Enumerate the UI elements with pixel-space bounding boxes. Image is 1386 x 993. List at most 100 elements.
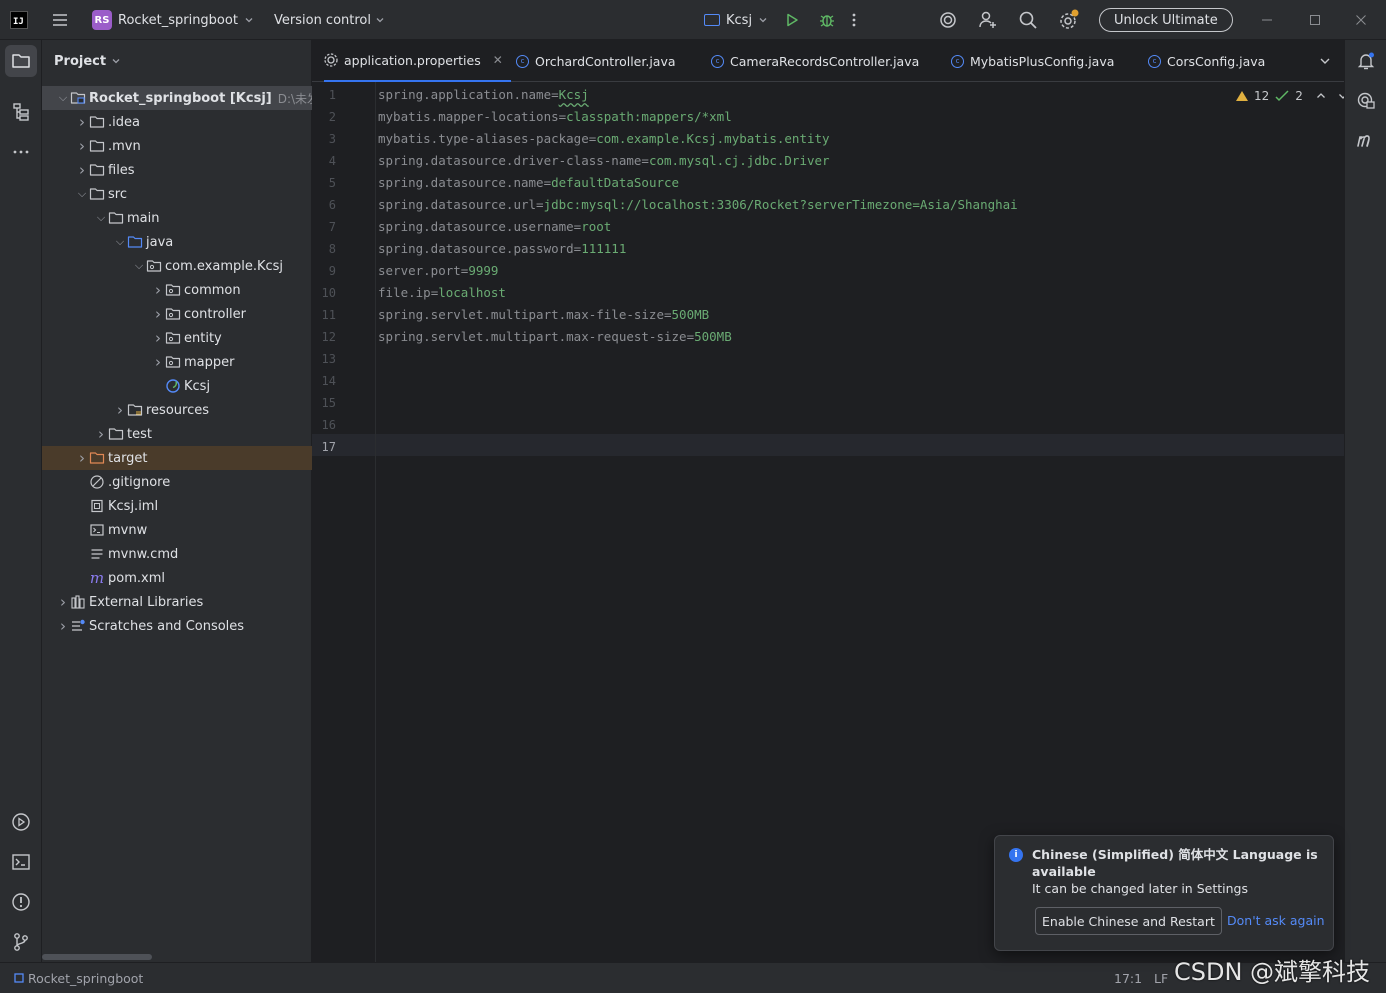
tree-item-external-libraries[interactable]: › External Libraries xyxy=(42,590,312,614)
horizontal-scrollbar[interactable] xyxy=(42,954,152,960)
collapsed-chevron-icon[interactable]: › xyxy=(151,353,165,371)
code-line[interactable]: file.ip=localhost xyxy=(378,282,506,304)
tree-item-gitignore[interactable]: .gitignore xyxy=(42,470,312,494)
tree-item-mvnw-cmd[interactable]: mvnw.cmd xyxy=(42,542,312,566)
tree-item-com-example-kcsj[interactable]: ⌵ com.example.Kcsj xyxy=(42,254,312,278)
tree-item-common[interactable]: › common xyxy=(42,278,312,302)
code-line[interactable]: spring.datasource.password=111111 xyxy=(378,238,626,260)
collapsed-chevron-icon[interactable]: › xyxy=(75,113,89,131)
tabs-overflow-button[interactable] xyxy=(1318,40,1332,82)
code-line[interactable]: spring.datasource.name=defaultDataSource xyxy=(378,172,679,194)
expanded-chevron-icon[interactable]: ⌵ xyxy=(113,235,127,249)
code-editor[interactable]: spring.application.name=Kcsj mybatis.mapp… xyxy=(378,82,1344,962)
code-line[interactable]: mybatis.mapper-locations=classpath:mappe… xyxy=(378,106,732,128)
code-line[interactable]: spring.servlet.multipart.max-file-size=5… xyxy=(378,304,709,326)
tab-camera-records-controller[interactable]: c CameraRecordsController.java xyxy=(711,40,919,82)
collapsed-chevron-icon[interactable]: › xyxy=(151,329,165,347)
collapsed-chevron-icon[interactable]: › xyxy=(94,425,108,443)
ai-chat-button[interactable] xyxy=(1350,85,1382,117)
tree-item-entity[interactable]: › entity xyxy=(42,326,312,350)
code-line[interactable]: spring.datasource.url=jdbc:mysql://local… xyxy=(378,194,1018,216)
structure-tool-button[interactable] xyxy=(5,96,37,128)
tab-mybatis-plus-config[interactable]: c MybatisPlusConfig.java xyxy=(951,40,1114,82)
project-tool-button[interactable] xyxy=(5,45,37,77)
collapsed-chevron-icon[interactable]: › xyxy=(151,281,165,299)
search-everywhere-button[interactable] xyxy=(1018,0,1038,40)
expanded-chevron-icon[interactable]: ⌵ xyxy=(132,259,146,273)
project-panel-header[interactable]: Project xyxy=(42,40,312,82)
tree-item-mvnw[interactable]: mvnw xyxy=(42,518,312,542)
expanded-chevron-icon[interactable]: ⌵ xyxy=(94,211,108,225)
code-with-me-button[interactable] xyxy=(978,0,998,40)
settings-button[interactable] xyxy=(1058,0,1080,40)
tree-item-kcsj[interactable]: Kcsj xyxy=(42,374,312,398)
inspection-widget[interactable]: 12 2 xyxy=(1236,86,1349,106)
git-tool-button[interactable] xyxy=(5,926,37,958)
collapsed-chevron-icon[interactable]: › xyxy=(75,161,89,179)
tab-orchard-controller[interactable]: c OrchardController.java xyxy=(516,40,676,82)
close-tab-icon[interactable]: ✕ xyxy=(493,53,503,67)
notifications-button[interactable] xyxy=(1350,45,1382,77)
services-tool-button[interactable] xyxy=(5,806,37,838)
unlock-ultimate-button[interactable]: Unlock Ultimate xyxy=(1099,8,1233,32)
code-line[interactable]: spring.datasource.driver-class-name=com.… xyxy=(378,150,830,172)
tree-item-resources[interactable]: › resources xyxy=(42,398,312,422)
caret-position[interactable]: 17:1 xyxy=(1114,963,1142,993)
run-configuration-selector[interactable]: Kcsj xyxy=(704,0,768,40)
expanded-chevron-icon[interactable]: ⌵ xyxy=(56,91,70,105)
code-line[interactable]: spring.servlet.multipart.max-request-siz… xyxy=(378,326,732,348)
equals-sign: = xyxy=(551,87,559,102)
close-window-button[interactable] xyxy=(1350,0,1372,40)
tree-item-idea[interactable]: › .idea xyxy=(42,110,312,134)
code-line[interactable]: spring.datasource.username=root xyxy=(378,216,611,238)
line-separator[interactable]: LF xyxy=(1154,963,1168,993)
dont-ask-again-link[interactable]: Don't ask again xyxy=(1227,913,1325,928)
tree-item-scratches-and-consoles[interactable]: › Scratches and Consoles xyxy=(42,614,312,638)
tree-item-src[interactable]: ⌵ src xyxy=(42,182,312,206)
collapsed-chevron-icon[interactable]: › xyxy=(75,137,89,155)
problems-tool-button[interactable] xyxy=(5,886,37,918)
ai-assistant-button[interactable] xyxy=(938,0,958,40)
tree-item-files[interactable]: › files xyxy=(42,158,312,182)
more-tools-button[interactable] xyxy=(5,136,37,168)
collapsed-chevron-icon[interactable]: › xyxy=(113,401,127,419)
chevron-up-icon[interactable] xyxy=(1315,90,1327,102)
version-control-menu[interactable]: Version control xyxy=(274,0,385,40)
maven-tool-button[interactable] xyxy=(1350,124,1382,156)
tree-item-test[interactable]: › test xyxy=(42,422,312,446)
tree-item-controller[interactable]: › controller xyxy=(42,302,312,326)
folder-icon xyxy=(89,162,105,178)
tab-cors-config[interactable]: c CorsConfig.java xyxy=(1148,40,1265,82)
maximize-button[interactable] xyxy=(1304,0,1326,40)
collapsed-chevron-icon[interactable]: › xyxy=(56,593,70,611)
tree-item-mvn[interactable]: › .mvn xyxy=(42,134,312,158)
expanded-chevron-icon[interactable]: ⌵ xyxy=(75,187,89,201)
tree-item-main[interactable]: ⌵ main xyxy=(42,206,312,230)
tree-item-pom-xml[interactable]: m pom.xml xyxy=(42,566,312,590)
tree-item-target[interactable]: › target xyxy=(42,446,312,470)
run-button[interactable] xyxy=(784,0,800,40)
code-line[interactable]: spring.application.name=Kcsj xyxy=(378,84,589,106)
terminal-tool-button[interactable] xyxy=(5,846,37,878)
collapsed-chevron-icon[interactable]: › xyxy=(151,305,165,323)
main-menu-button[interactable] xyxy=(48,0,72,40)
tree-item-mapper[interactable]: › mapper xyxy=(42,350,312,374)
collapsed-chevron-icon[interactable]: › xyxy=(75,449,89,467)
minimize-button[interactable] xyxy=(1256,0,1278,40)
tree-item-label: com.example.Kcsj xyxy=(165,258,284,274)
property-value: 500MB xyxy=(671,307,710,322)
more-actions-button[interactable] xyxy=(852,0,856,40)
tree-item-rocket-springboot-kcsj[interactable]: ⌵ Rocket_springboot [Kcsj] D:\未发布4 xyxy=(42,86,312,110)
tab-application-properties[interactable]: application.properties ✕ xyxy=(324,40,511,82)
project-switcher[interactable]: RS Rocket_springboot xyxy=(92,0,254,40)
code-line[interactable]: server.port=9999 xyxy=(378,260,498,282)
status-breadcrumb[interactable]: Rocket_springboot xyxy=(14,963,143,993)
collapsed-chevron-icon[interactable]: › xyxy=(56,617,70,635)
debug-button[interactable] xyxy=(818,0,836,40)
tree-item-kcsj-iml[interactable]: Kcsj.iml xyxy=(42,494,312,518)
intellij-logo[interactable]: IJ xyxy=(10,0,30,40)
enable-chinese-button[interactable]: Enable Chinese and Restart xyxy=(1035,907,1222,935)
line-number-gutter: 1 2 3 4 5 6 7 8 9 10 11 12 13 14 15 16 17 xyxy=(312,82,376,962)
tree-item-java[interactable]: ⌵ java xyxy=(42,230,312,254)
code-line[interactable]: mybatis.type-aliases-package=com.example… xyxy=(378,128,830,150)
